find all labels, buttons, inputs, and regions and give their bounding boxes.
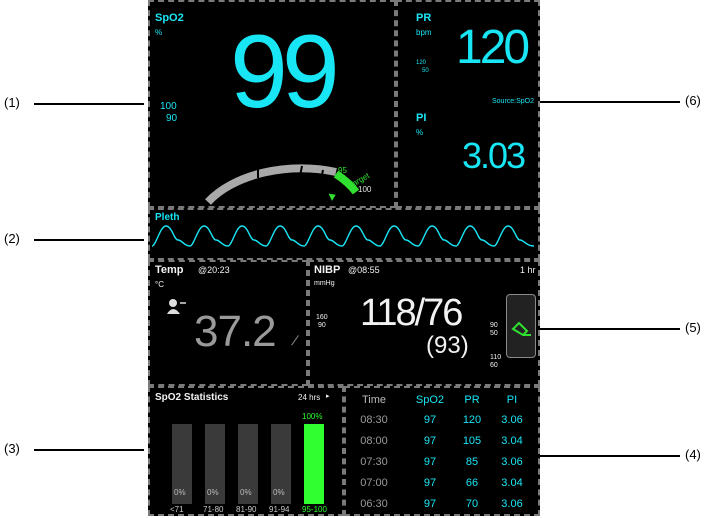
callout-line-5	[540, 328, 680, 330]
nibp-value: 118/76	[360, 292, 463, 334]
trend-cell-time: 08:00	[360, 435, 388, 447]
callout-3: (3)	[4, 441, 20, 456]
trend-cell-pi: 3.04	[501, 435, 523, 447]
nibp-label: NIBP	[314, 264, 341, 276]
trend-cell-time: 07:00	[360, 477, 388, 489]
trend-table-panel[interactable]: Time SpO2 PR PI 08:30 97 120 3.06 08:00 97 105 3.04…	[344, 386, 540, 516]
temp-probe-icon	[291, 335, 304, 349]
gauge-label-95: 95	[338, 166, 347, 175]
nibp-unit: mmHg	[314, 280, 335, 287]
stats-bar-range-0: <71	[170, 505, 184, 514]
callout-4: (4)	[685, 447, 701, 462]
pr-unit: bpm	[416, 28, 432, 37]
stats-bar-range-3: 91-94	[269, 505, 290, 514]
nibp-time: @08:55	[348, 265, 380, 275]
stats-bar-range-4: 95-100	[302, 505, 327, 514]
callout-line-4	[540, 455, 680, 457]
stats-range: 24 hrs	[298, 393, 321, 402]
stats-bar-percent-3: 0%	[273, 488, 285, 497]
nibp-sys-limit-high: 160	[316, 314, 328, 321]
stats-range-arrow-icon[interactable]: ▸	[326, 392, 330, 400]
nibp-dia-limit-low: 50	[490, 330, 498, 337]
callout-5: (5)	[685, 320, 701, 335]
trend-cell-spo2: 97	[423, 477, 437, 489]
trend-cell-pi: 3.06	[501, 456, 523, 468]
nibp-map-limit-high: 110	[490, 354, 502, 361]
stats-bar-percent-1: 0%	[207, 488, 219, 497]
trend-header-spo2: SpO2	[415, 394, 445, 406]
stats-bar-percent-4: 100%	[302, 412, 323, 421]
nibp-interval: 1 hr	[520, 265, 536, 275]
trend-cell-spo2: 97	[423, 435, 437, 447]
trend-cell-pr: 85	[465, 456, 479, 468]
callout-1: (1)	[4, 95, 20, 110]
trend-cell-pi: 3.06	[501, 498, 523, 510]
trend-cell-pr: 105	[462, 435, 482, 447]
pi-label: PI	[416, 112, 427, 124]
stats-bar-4	[304, 424, 324, 504]
stats-title: SpO2 Statistics	[155, 392, 229, 403]
callout-line-1	[34, 103, 144, 105]
pr-pi-panel[interactable]: PR bpm 120 50 120 Source:SpO2 PI % 3.03	[396, 0, 540, 208]
pleth-waveform	[151, 225, 535, 247]
stats-bar-range-2: 81-90	[236, 505, 257, 514]
trend-cell-spo2: 97	[423, 414, 437, 426]
trend-header-pr: PR	[464, 394, 480, 406]
stats-bar-percent-0: 0%	[174, 488, 186, 497]
pleth-waveform-panel[interactable]: Pleth	[148, 208, 540, 260]
pr-limit-high: 120	[416, 60, 427, 66]
nibp-start-button[interactable]	[506, 294, 536, 358]
temp-time: @20:23	[198, 265, 230, 275]
stats-bar-range-1: 71-80	[203, 505, 224, 514]
nibp-sys-limit-low: 90	[318, 322, 326, 329]
trend-cell-spo2: 97	[423, 456, 437, 468]
callout-line-3	[34, 449, 144, 451]
pr-source: Source:SpO2	[492, 98, 535, 105]
trend-cell-spo2: 97	[423, 498, 437, 510]
pr-limit-low: 50	[422, 68, 429, 74]
nibp-mean: (93)	[426, 332, 469, 359]
patient-monitor-screen: SpO2 % 100 90 99 95 Target 100 PR bpm 12…	[148, 0, 540, 516]
trend-cell-time: 06:30	[360, 498, 388, 510]
patient-temp-icon	[166, 298, 188, 314]
nibp-dia-limit-high: 90	[490, 322, 498, 329]
trend-header-time: Time	[361, 394, 387, 406]
callout-6: (6)	[685, 93, 701, 108]
nibp-panel[interactable]: NIBP @08:55 1 hr mmHg 160 90 118/76 (93)…	[308, 260, 540, 386]
nibp-cuff-icon	[511, 321, 531, 337]
pi-value: 3.03	[462, 135, 526, 176]
trend-cell-pr: 70	[465, 498, 479, 510]
trend-table: Time SpO2 PR PI 08:30 97 120 3.06 08:00 97 105 3.04…	[346, 388, 542, 518]
stats-bar-percent-2: 0%	[240, 488, 252, 497]
trend-cell-pr: 120	[462, 414, 482, 426]
spo2-panel[interactable]: SpO2 % 100 90 99 95 Target 100	[148, 0, 396, 208]
temp-value: 37.2	[194, 307, 277, 356]
temp-unit: °C	[155, 280, 164, 289]
pr-label: PR	[416, 12, 432, 24]
temp-panel[interactable]: Temp @20:23 °C 37.2	[148, 260, 308, 386]
temp-label: Temp	[155, 264, 184, 276]
callout-line-6	[540, 101, 680, 103]
callout-2: (2)	[4, 231, 20, 246]
trend-cell-pr: 66	[465, 477, 479, 489]
gauge-label-100: 100	[358, 185, 372, 194]
trend-cell-time: 08:30	[360, 414, 388, 426]
pr-value: 120	[456, 21, 530, 74]
trend-cell-time: 07:30	[360, 456, 388, 468]
spo2-statistics-panel[interactable]: SpO2 Statistics 24 hrs ▸ 0% <71 0% 71-80 0% 8…	[148, 386, 344, 516]
trend-cell-pi: 3.04	[501, 477, 523, 489]
trend-header-pi: PI	[506, 394, 518, 406]
pi-unit: %	[416, 128, 424, 137]
nibp-map-limit-low: 60	[490, 362, 498, 369]
trend-cell-pi: 3.06	[501, 414, 523, 426]
callout-line-2	[34, 239, 144, 241]
